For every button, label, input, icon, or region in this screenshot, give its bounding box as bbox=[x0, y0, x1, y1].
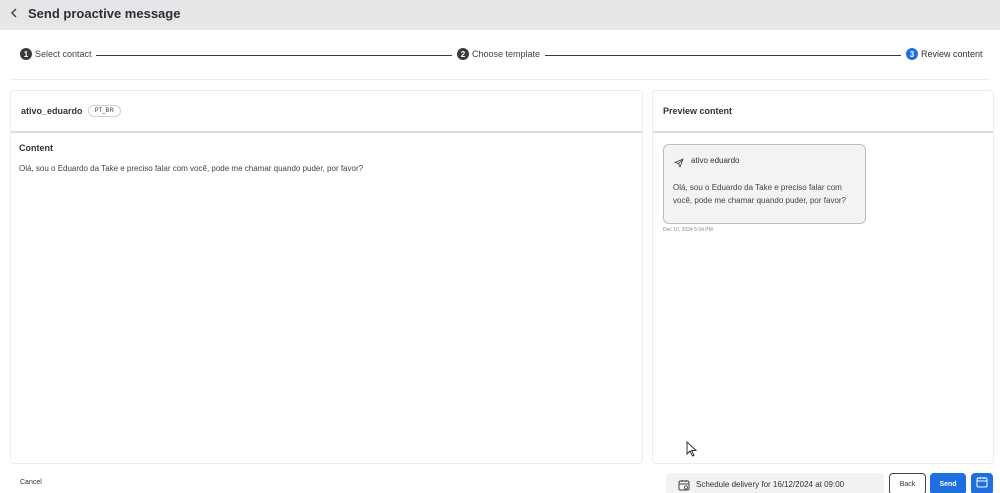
page-title: Send proactive message bbox=[28, 5, 181, 21]
content-label: Content bbox=[19, 143, 53, 153]
step-choose-template[interactable]: 2 Choose template bbox=[457, 48, 540, 60]
step-label: Review content bbox=[921, 49, 983, 59]
step-label: Choose template bbox=[472, 49, 541, 59]
message-bubble: ativo eduardo Olá, sou o Eduardo da Take… bbox=[663, 144, 866, 224]
cancel-button[interactable]: Cancel bbox=[20, 479, 42, 486]
step-review-content[interactable]: 3 Review content bbox=[906, 48, 983, 60]
template-name: ativo_eduardo bbox=[21, 106, 83, 116]
chevron-left-icon[interactable] bbox=[9, 8, 19, 18]
step-connector bbox=[96, 55, 452, 56]
bubble-timestamp: Dec 10, 2024 5:34 PM bbox=[663, 227, 713, 233]
template-panel: ativo_eduardo PT_BR Content Olá, sou o E… bbox=[10, 90, 643, 464]
calendar-icon bbox=[678, 478, 690, 491]
calendar-icon bbox=[976, 475, 988, 493]
footer-bar: Cancel Schedule delivery for 16/12/2024 … bbox=[0, 465, 1000, 493]
language-badge: PT_BR bbox=[87, 105, 121, 117]
schedule-calendar-button[interactable] bbox=[971, 473, 993, 493]
step-label: Select contact bbox=[35, 49, 92, 59]
step-number: 1 bbox=[20, 48, 32, 60]
stepper: 1 Select contact 2 Choose template 3 Rev… bbox=[0, 30, 1000, 80]
mouse-cursor-icon bbox=[686, 440, 698, 457]
step-connector bbox=[545, 55, 901, 56]
preview-header: Preview content bbox=[653, 91, 993, 133]
bubble-message: Olá, sou o Eduardo da Take e preciso fal… bbox=[673, 183, 846, 205]
step-number: 3 bbox=[906, 48, 918, 60]
back-button[interactable]: Back bbox=[889, 473, 926, 493]
preview-panel: Preview content ativo eduardo Olá, sou o… bbox=[652, 90, 994, 464]
schedule-label: Schedule delivery for 16/12/2024 at 09:0… bbox=[696, 479, 845, 489]
main-sheet: 1 Select contact 2 Choose template 3 Rev… bbox=[0, 30, 1000, 493]
divider bbox=[10, 79, 990, 80]
bubble-sender: ativo eduardo bbox=[691, 155, 740, 165]
top-bar: Send proactive message bbox=[0, 0, 1000, 26]
preview-title: Preview content bbox=[663, 106, 733, 116]
template-header: ativo_eduardo PT_BR bbox=[11, 91, 642, 133]
content-text: Olá, sou o Eduardo da Take e preciso fal… bbox=[19, 164, 364, 173]
paper-plane-icon bbox=[674, 155, 684, 168]
bubble-header: ativo eduardo bbox=[674, 155, 740, 168]
step-number: 2 bbox=[457, 48, 469, 60]
send-button[interactable]: Send bbox=[930, 473, 966, 493]
schedule-delivery-button[interactable]: Schedule delivery for 16/12/2024 at 09:0… bbox=[666, 473, 884, 493]
step-select-contact[interactable]: 1 Select contact bbox=[20, 48, 92, 60]
